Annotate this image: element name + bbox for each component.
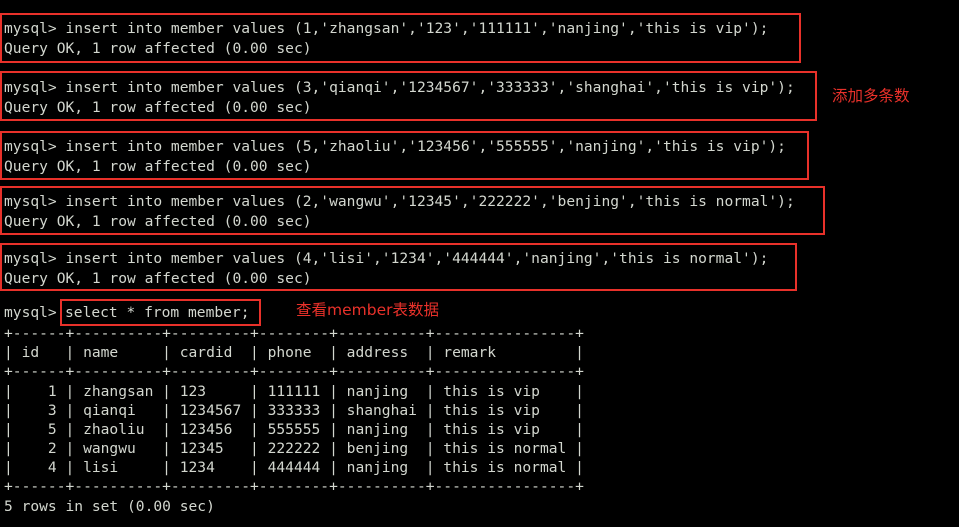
command-line-insert-4: mysql> insert into member values (2,'wan… [4,193,795,210]
table-rule-bottom: +------+----------+---------+--------+--… [4,478,584,495]
table-rule-top: +------+----------+---------+--------+--… [4,325,584,342]
command-line-insert-3: mysql> insert into member values (5,'zha… [4,138,786,155]
table-header-row: | id | name | cardid | phone | address |… [4,344,584,361]
table-row: | 5 | zhaoliu | 123456 | 555555 | nanjin… [4,421,584,438]
table-row: | 4 | lisi | 1234 | 444444 | nanjing | t… [4,459,584,476]
command-line-insert-1: mysql> insert into member values (1,'zha… [4,20,769,37]
result-line-insert-3: Query OK, 1 row affected (0.00 sec) [4,158,312,175]
result-line-insert-4: Query OK, 1 row affected (0.00 sec) [4,213,312,230]
table-row: | 3 | qianqi | 1234567 | 333333 | shangh… [4,402,584,419]
select-prompt: mysql> [4,304,66,321]
select-command[interactable]: select * from member; [65,303,250,323]
table-row: | 1 | zhangsan | 123 | 111111 | nanjing … [4,383,584,400]
result-line-insert-5: Query OK, 1 row affected (0.00 sec) [4,270,312,287]
table-footer-rowcount: 5 rows in set (0.00 sec) [4,498,215,515]
table-row: | 2 | wangwu | 12345 | 222222 | benjing … [4,440,584,457]
result-line-insert-1: Query OK, 1 row affected (0.00 sec) [4,40,312,57]
table-rule-header: +------+----------+---------+--------+--… [4,363,584,380]
command-line-insert-2: mysql> insert into member values (3,'qia… [4,79,795,96]
annotation-insert-note: 添加多条数 [832,87,910,105]
command-line-insert-5: mysql> insert into member values (4,'lis… [4,250,769,267]
result-line-insert-2: Query OK, 1 row affected (0.00 sec) [4,99,312,116]
terminal-window: mysql> insert into member values (1,'zha… [0,0,959,527]
annotation-select-note: 查看member表数据 [296,301,439,319]
